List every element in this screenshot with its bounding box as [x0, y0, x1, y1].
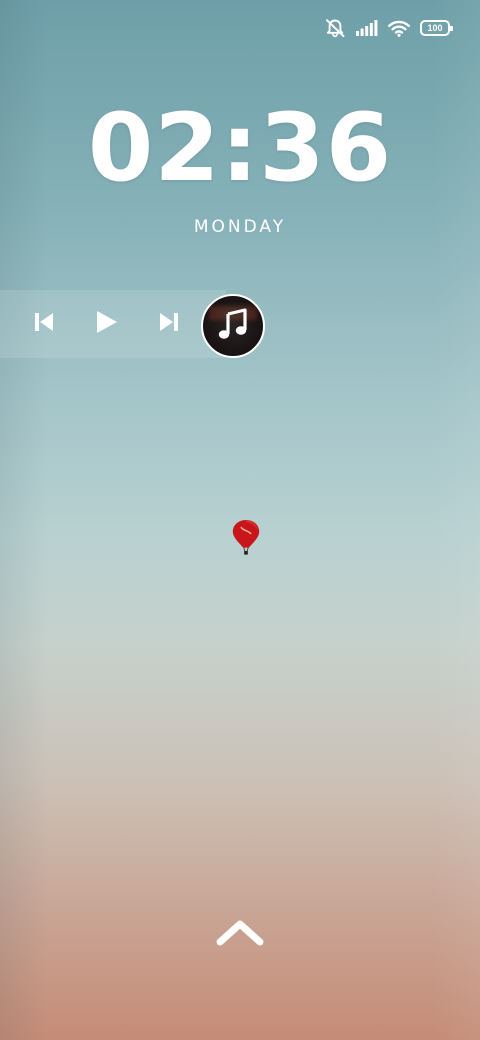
- album-art-button[interactable]: [201, 294, 265, 358]
- next-track-icon: [158, 311, 180, 338]
- hot-air-balloon-icon: [231, 518, 261, 561]
- play-button[interactable]: [86, 305, 126, 343]
- battery-level: 100: [427, 22, 443, 33]
- signal-icon: [356, 20, 378, 36]
- previous-track-icon: [33, 311, 55, 338]
- status-bar: 100: [324, 14, 453, 42]
- next-track-button[interactable]: [149, 305, 189, 343]
- lock-screen-clock: 02:36: [87, 94, 393, 203]
- play-icon: [94, 310, 118, 339]
- muted-bell-icon: [324, 18, 346, 38]
- swipe-up-button[interactable]: [213, 916, 267, 952]
- lock-screen-day: MONDAY: [193, 217, 287, 237]
- chevron-up-icon: [214, 916, 266, 953]
- previous-track-button[interactable]: [24, 305, 64, 343]
- wifi-icon: [388, 20, 410, 37]
- battery-icon: 100: [420, 20, 453, 36]
- music-note-icon: [218, 307, 248, 345]
